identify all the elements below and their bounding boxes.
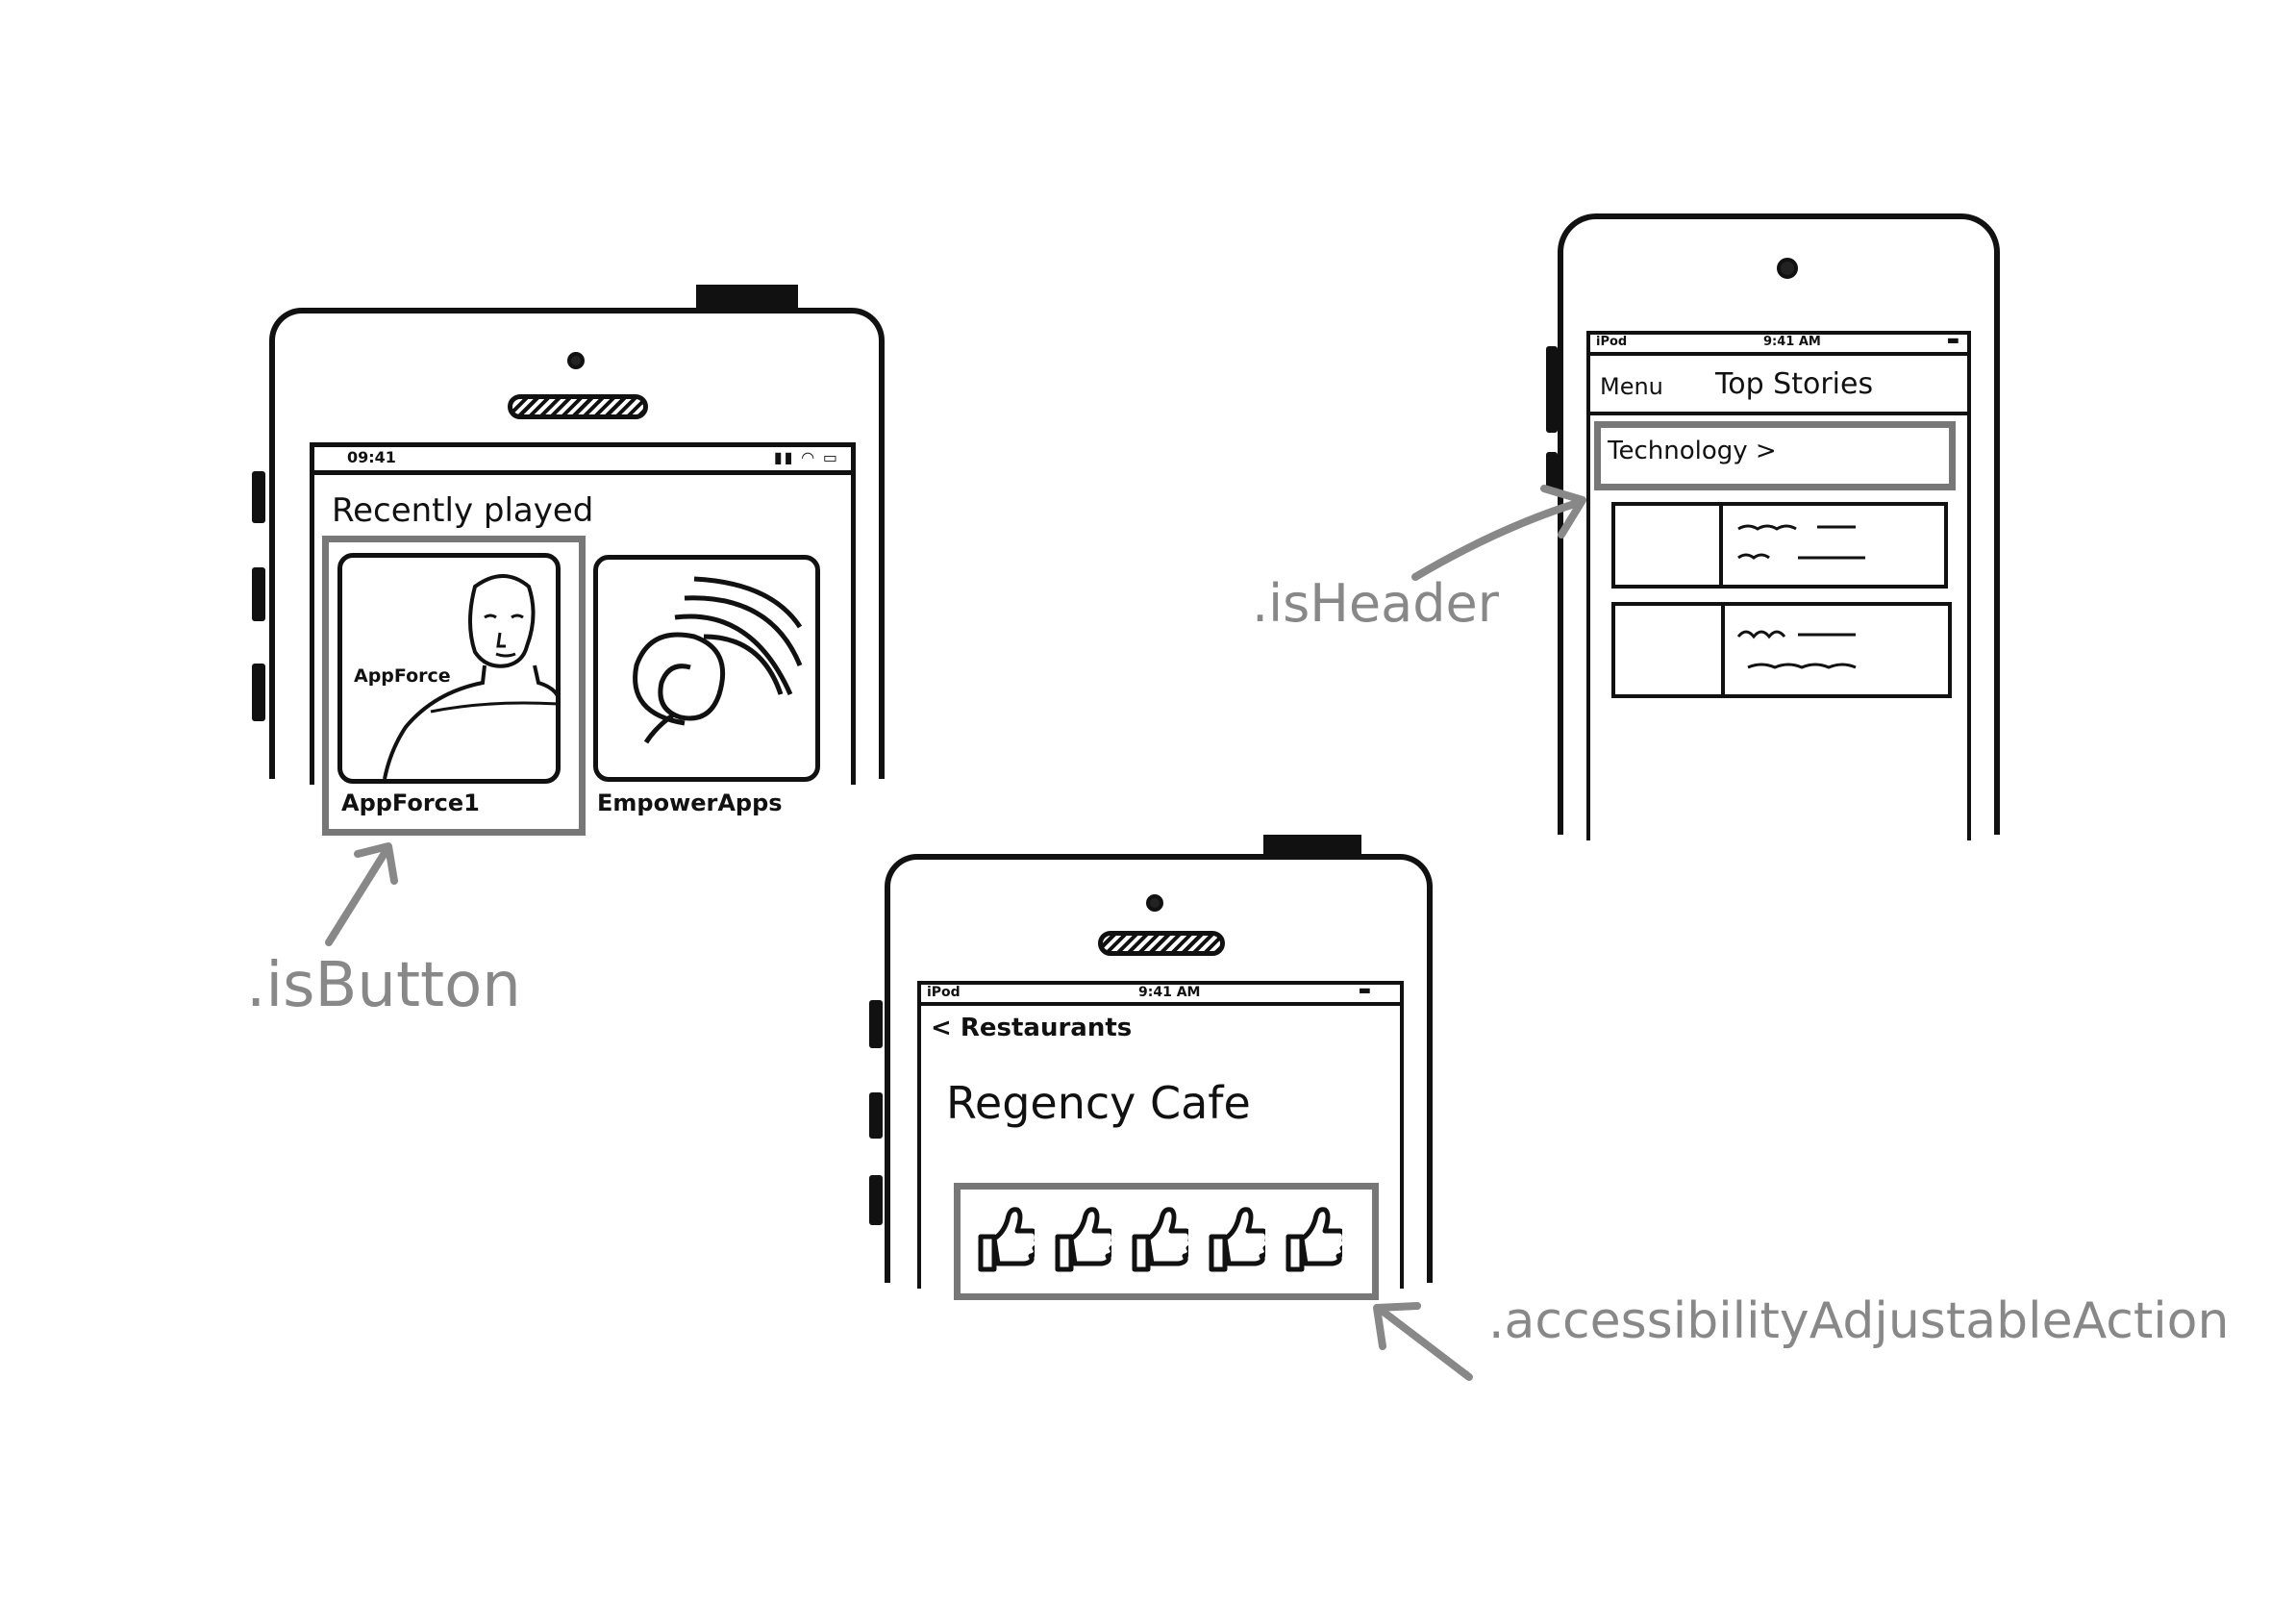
arrow-to-button	[325, 842, 398, 946]
annotation-arrows	[325, 485, 1586, 1381]
annotation-adjustable-action: .accessibilityAdjustableAction	[1488, 1292, 2230, 1350]
annotation-is-button: .isButton	[246, 950, 521, 1021]
arrow-to-adjustable	[1373, 1302, 1473, 1381]
arrow-to-header	[1411, 485, 1586, 581]
annotation-is-header: .isHeader	[1252, 573, 1499, 634]
